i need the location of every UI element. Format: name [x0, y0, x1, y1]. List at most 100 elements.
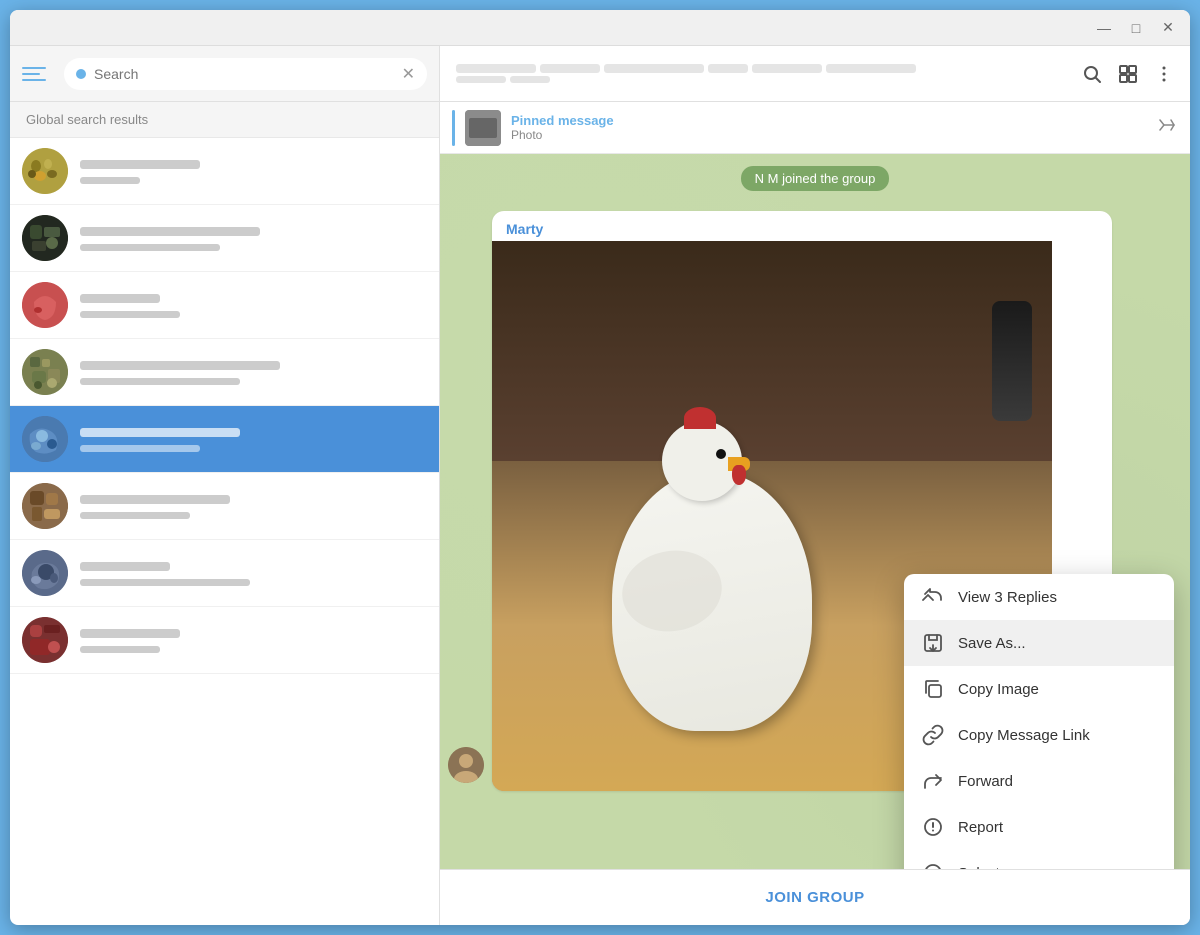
list-item-title: [80, 557, 427, 573]
list-item[interactable]: [10, 607, 439, 674]
avatar: [22, 617, 68, 663]
list-item[interactable]: [10, 138, 439, 205]
avatar: [22, 416, 68, 462]
list-item-subtitle: [80, 240, 427, 254]
left-panel: ✕ Global search results: [10, 46, 440, 925]
list-item-subtitle: [80, 441, 427, 455]
search-bar: ✕: [10, 46, 439, 102]
menu-icon[interactable]: [22, 58, 54, 90]
list-item-content: [80, 356, 427, 388]
search-list: [10, 138, 439, 925]
app-window: — □ ✕ ✕ Global search results: [10, 10, 1190, 925]
chat-footer: JOIN GROUP: [440, 869, 1190, 925]
list-item[interactable]: [10, 205, 439, 272]
more-options-button[interactable]: [1154, 64, 1174, 84]
system-message: N M joined the group: [440, 154, 1190, 203]
link-icon: [922, 724, 944, 746]
pinned-bar[interactable]: Pinned message Photo: [440, 102, 1190, 154]
search-results-label: Global search results: [10, 102, 439, 138]
reply-all-icon: [922, 586, 944, 608]
list-item-title: [80, 155, 427, 171]
title-bar: — □ ✕: [10, 10, 1190, 46]
pinned-action-button[interactable]: [1156, 114, 1178, 141]
select-label: Select: [958, 865, 1000, 870]
list-item-title: [80, 624, 427, 640]
copy-link-label: Copy Message Link: [958, 727, 1090, 744]
list-item-title: [80, 289, 427, 305]
list-item-subtitle: [80, 173, 427, 187]
list-item-subtitle: [80, 642, 427, 656]
list-item-title: [80, 490, 427, 506]
context-menu-select[interactable]: Select: [904, 850, 1174, 869]
list-item-content: [80, 624, 427, 656]
list-item-title: [80, 423, 427, 439]
title-bar-buttons: — □ ✕: [1090, 18, 1182, 38]
context-menu-copy-link[interactable]: Copy Message Link: [904, 712, 1174, 758]
list-item-active[interactable]: [10, 406, 439, 473]
chat-header-title: [456, 64, 1072, 73]
list-item-content: [80, 557, 427, 589]
list-item-content: [80, 423, 427, 455]
save-as-label: Save As...: [958, 635, 1026, 652]
save-icon: [922, 632, 944, 654]
join-group-button[interactable]: JOIN GROUP: [765, 889, 864, 906]
context-menu: View 3 Replies Save As...: [904, 574, 1174, 869]
copy-image-label: Copy Image: [958, 681, 1039, 698]
avatar: [22, 483, 68, 529]
report-label: Report: [958, 819, 1003, 836]
search-clear-button[interactable]: ✕: [402, 64, 415, 84]
list-item-subtitle: [80, 508, 427, 522]
search-input-wrapper: ✕: [64, 58, 427, 90]
check-circle-icon: [922, 862, 944, 869]
copy-icon: [922, 678, 944, 700]
list-item-title: [80, 356, 427, 372]
list-item-content: [80, 155, 427, 187]
list-item[interactable]: [10, 272, 439, 339]
message-sender: Marty: [492, 211, 1112, 241]
maximize-button[interactable]: □: [1122, 18, 1150, 38]
list-item-title: [80, 222, 427, 238]
avatar: [22, 215, 68, 261]
pinned-content: Pinned message Photo: [511, 113, 1146, 142]
list-item-subtitle: [80, 307, 427, 321]
list-item-subtitle: [80, 374, 427, 388]
context-menu-view-replies[interactable]: View 3 Replies: [904, 574, 1174, 620]
minimize-button[interactable]: —: [1090, 18, 1118, 38]
context-menu-save-as[interactable]: Save As...: [904, 620, 1174, 666]
right-panel: Pinned message Photo N M joined the gro: [440, 46, 1190, 925]
context-menu-forward[interactable]: Forward: [904, 758, 1174, 804]
pinned-title: Pinned message: [511, 113, 1146, 128]
search-input[interactable]: [94, 66, 394, 82]
avatar: [22, 349, 68, 395]
list-item-subtitle: [80, 575, 427, 589]
context-menu-copy-image[interactable]: Copy Image: [904, 666, 1174, 712]
chat-header: [440, 46, 1190, 102]
list-item[interactable]: [10, 339, 439, 406]
chat-header-icons: [1082, 64, 1174, 84]
list-item-content: [80, 289, 427, 321]
chat-header-info: [456, 64, 1072, 83]
app-content: ✕ Global search results: [10, 46, 1190, 925]
layout-button[interactable]: [1118, 64, 1138, 84]
report-icon: [922, 816, 944, 838]
pinned-thumbnail: [465, 110, 501, 146]
forward-icon: [922, 770, 944, 792]
search-button[interactable]: [1082, 64, 1102, 84]
pinned-accent: [452, 110, 455, 146]
chat-header-subtitle: [456, 76, 1072, 83]
forward-label: Forward: [958, 773, 1013, 790]
avatar: [22, 282, 68, 328]
context-menu-report[interactable]: Report: [904, 804, 1174, 850]
system-badge: N M joined the group: [741, 166, 890, 191]
view-replies-label: View 3 Replies: [958, 589, 1057, 606]
list-item-content: [80, 222, 427, 254]
list-item[interactable]: [10, 473, 439, 540]
pinned-subtitle: Photo: [511, 128, 1146, 142]
message-avatar: [448, 747, 484, 783]
close-button[interactable]: ✕: [1154, 18, 1182, 38]
list-item-content: [80, 490, 427, 522]
avatar: [22, 148, 68, 194]
chat-body[interactable]: N M joined the group Marty: [440, 154, 1190, 869]
list-item[interactable]: [10, 540, 439, 607]
profile-dot: [76, 69, 86, 79]
